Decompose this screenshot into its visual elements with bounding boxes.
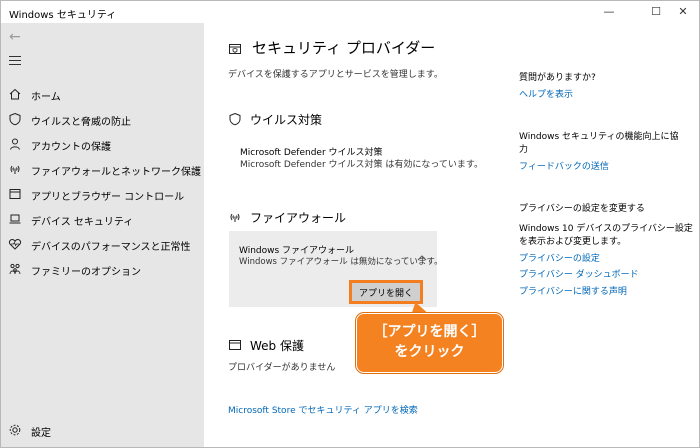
sidebar-item-label: デバイスのパフォーマンスと正常性 bbox=[31, 242, 191, 253]
firewall-provider-card[interactable]: Windows ファイアウォール Windows ファイアウォール は無効になっ… bbox=[229, 231, 443, 307]
sidebar-item-label: デバイス セキュリティ bbox=[31, 217, 134, 228]
sidebar-item-label: アプリとブラウザー コントロール bbox=[31, 192, 185, 203]
person-icon bbox=[7, 136, 23, 152]
antivirus-heading: ウイルス対策 bbox=[250, 113, 323, 127]
chevron-up-icon[interactable] bbox=[417, 247, 427, 261]
sidebar-item-device-health[interactable]: デバイスのパフォーマンスと正常性 bbox=[1, 233, 204, 255]
wifi-icon bbox=[228, 210, 242, 227]
sidebar-item-device-security[interactable]: デバイス セキュリティ bbox=[1, 208, 204, 230]
callout-line1: ［アプリを開く］ bbox=[373, 324, 486, 340]
page-title: セキュリティ プロバイダー bbox=[252, 39, 436, 57]
sidebar-item-label: ファイアウォールとネットワーク保護 bbox=[31, 167, 201, 178]
shield-icon bbox=[228, 112, 242, 129]
app-window: Windows セキュリティ — ☐ ✕ ← ホーム ウイルスと脅威の防止 アカ… bbox=[0, 0, 700, 448]
web-status: プロバイダーがありません bbox=[228, 363, 336, 373]
privacy-settings-link[interactable]: プライバシーの設定 bbox=[519, 251, 600, 264]
heart-icon bbox=[7, 236, 23, 252]
page-subtitle: デバイスを保護するアプリとサービスを管理します。 bbox=[228, 70, 443, 80]
feedback-link[interactable]: フィードバックの送信 bbox=[519, 159, 609, 172]
browser-icon bbox=[228, 338, 242, 355]
open-app-button[interactable]: アプリを開く bbox=[349, 280, 423, 304]
sidebar-item-virus-protection[interactable]: ウイルスと脅威の防止 bbox=[1, 108, 204, 130]
privacy-dashboard-link[interactable]: プライバシー ダッシュボード bbox=[519, 267, 639, 280]
improve-heading-line1: Windows セキュリティの機能向上に協 bbox=[519, 132, 679, 142]
home-icon bbox=[7, 86, 23, 102]
window-title: Windows セキュリティ bbox=[9, 10, 117, 21]
sidebar-item-label: アカウントの保護 bbox=[31, 142, 111, 153]
hamburger-icon[interactable] bbox=[9, 56, 21, 66]
firewall-heading: ファイアウォール bbox=[250, 211, 347, 225]
sidebar: ← ホーム ウイルスと脅威の防止 アカウントの保護 ファイアウォールとネットワー… bbox=[1, 23, 204, 447]
wifi-icon bbox=[7, 161, 23, 177]
privacy-statement-link[interactable]: プライバシーに関する声明 bbox=[519, 284, 627, 297]
firewall-provider-status: Windows ファイアウォール は無効になっています。 bbox=[239, 257, 443, 267]
callout-line2: をクリック bbox=[394, 344, 465, 360]
family-icon bbox=[7, 261, 23, 277]
arrow-left-icon[interactable]: ← bbox=[9, 29, 21, 45]
privacy-text-line1: Windows 10 デバイスのプライバシー設定 bbox=[519, 224, 693, 234]
close-button[interactable]: ✕ bbox=[665, 1, 699, 23]
app-window-icon bbox=[7, 186, 23, 202]
privacy-heading: プライバシーの設定を変更する bbox=[519, 204, 645, 214]
store-security-link[interactable]: Microsoft Store でセキュリティ アプリを検索 bbox=[228, 403, 418, 416]
callout-text: ［アプリを開く］ をクリック bbox=[357, 322, 502, 362]
laptop-icon bbox=[7, 211, 23, 227]
improve-heading-line2: 力 bbox=[519, 145, 529, 155]
sidebar-item-account-protection[interactable]: アカウントの保護 bbox=[1, 133, 204, 155]
gear-icon bbox=[7, 422, 23, 438]
privacy-text-line2: を表示および変更します。 bbox=[519, 237, 627, 247]
settings-label: 設定 bbox=[31, 428, 51, 439]
sidebar-item-family[interactable]: ファミリーのオプション bbox=[1, 258, 204, 280]
antivirus-provider-status: Microsoft Defender ウイルス対策 は有効になっています。 bbox=[240, 160, 484, 170]
sidebar-item-home[interactable]: ホーム bbox=[1, 83, 204, 105]
instruction-callout: ［アプリを開く］ をクリック bbox=[356, 313, 503, 373]
minimize-button[interactable]: — bbox=[591, 1, 627, 23]
question-heading: 質問がありますか? bbox=[519, 73, 596, 83]
sidebar-item-label: ホーム bbox=[31, 92, 61, 103]
sidebar-item-settings[interactable]: 設定 bbox=[1, 419, 204, 443]
sidebar-item-label: ファミリーのオプション bbox=[31, 267, 141, 278]
help-link[interactable]: ヘルプを表示 bbox=[519, 87, 573, 100]
provider-icon bbox=[228, 41, 242, 60]
sidebar-item-firewall[interactable]: ファイアウォールとネットワーク保護 bbox=[1, 158, 204, 180]
sidebar-item-app-browser[interactable]: アプリとブラウザー コントロール bbox=[1, 183, 204, 205]
web-heading: Web 保護 bbox=[250, 339, 304, 353]
sidebar-item-label: ウイルスと脅威の防止 bbox=[31, 117, 131, 128]
shield-icon bbox=[7, 111, 23, 127]
title-bar: Windows セキュリティ — ☐ ✕ bbox=[1, 1, 699, 23]
